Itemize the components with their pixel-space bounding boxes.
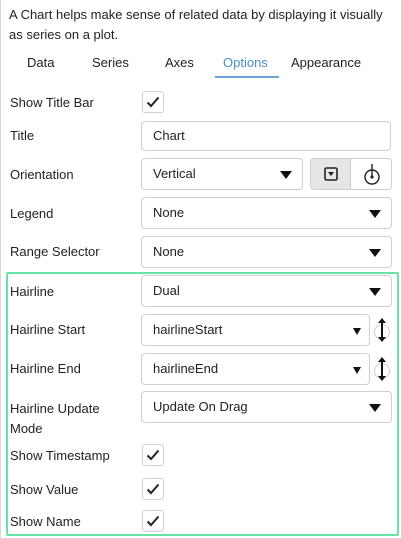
hairline-label: Hairline: [10, 284, 55, 299]
legend-select[interactable]: None: [141, 197, 392, 229]
chevron-down-icon: [280, 171, 292, 179]
range-selector-value: None: [153, 244, 185, 259]
hairline-update-mode-label: Hairline Update Mode: [10, 401, 100, 436]
rotate-icon: [364, 164, 380, 185]
title-label: Title: [10, 128, 35, 143]
hairline-end-label: Hairline End: [10, 361, 81, 376]
checkmark-icon: [146, 96, 160, 108]
range-selector-select[interactable]: None: [141, 236, 392, 268]
vertical-arrows-icon: [374, 318, 390, 342]
orientation-button-group: [310, 158, 392, 190]
show-value-label: Show Value: [10, 482, 79, 497]
hairline-value: Dual: [153, 283, 180, 298]
show-name-checkbox[interactable]: [142, 510, 164, 532]
show-name-label: Show Name: [10, 514, 81, 529]
hairline-start-value: hairlineStart: [153, 322, 223, 337]
chevron-down-icon: [369, 404, 381, 412]
legend-value: None: [153, 205, 185, 220]
orientation-rotate-button[interactable]: [352, 159, 392, 189]
tab-data[interactable]: Data: [27, 55, 54, 70]
chevron-down-icon: [353, 367, 361, 374]
orientation-select[interactable]: Vertical: [141, 158, 303, 190]
hairline-start-select[interactable]: hairlineStart: [141, 314, 370, 346]
checkmark-icon: [146, 515, 160, 527]
tab-axes[interactable]: Axes: [165, 55, 194, 70]
show-title-bar-checkbox[interactable]: [142, 91, 164, 113]
chart-options-panel: A Chart helps make sense of related data…: [0, 0, 402, 539]
range-selector-label: Range Selector: [10, 244, 100, 259]
chevron-down-icon: [369, 249, 381, 257]
orientation-label: Orientation: [10, 167, 74, 182]
collapse-down-icon: [324, 167, 338, 181]
tab-options[interactable]: Options: [223, 55, 268, 70]
checkmark-icon: [146, 449, 160, 461]
chevron-down-icon: [369, 288, 381, 296]
chevron-down-icon: [369, 210, 381, 218]
panel-description: A Chart helps make sense of related data…: [9, 7, 383, 42]
show-timestamp-label: Show Timestamp: [10, 448, 110, 463]
checkmark-icon: [146, 483, 160, 495]
hairline-update-mode-select[interactable]: Update On Drag: [141, 391, 392, 423]
hairline-update-mode-value: Update On Drag: [153, 399, 248, 414]
chevron-down-icon: [353, 328, 361, 335]
show-title-bar-label: Show Title Bar: [10, 95, 94, 110]
orientation-collapse-button[interactable]: [311, 159, 351, 189]
tab-series[interactable]: Series: [92, 55, 129, 70]
hairline-end-value: hairlineEnd: [153, 361, 219, 376]
hairline-select[interactable]: Dual: [141, 275, 392, 307]
tab-bar: Data Series Axes Options Appearance: [1, 52, 401, 78]
tab-appearance[interactable]: Appearance: [291, 55, 361, 70]
hairline-end-binding-button[interactable]: [372, 354, 392, 384]
hairline-end-select[interactable]: hairlineEnd: [141, 353, 370, 385]
orientation-value: Vertical: [153, 166, 196, 181]
show-timestamp-checkbox[interactable]: [142, 444, 164, 466]
vertical-arrows-icon: [374, 357, 390, 381]
legend-label: Legend: [10, 206, 54, 221]
active-tab-indicator: [215, 76, 279, 78]
hairline-start-label: Hairline Start: [10, 322, 86, 337]
hairline-start-binding-button[interactable]: [372, 315, 392, 345]
title-input[interactable]: Chart: [141, 121, 391, 151]
show-value-checkbox[interactable]: [142, 478, 164, 500]
